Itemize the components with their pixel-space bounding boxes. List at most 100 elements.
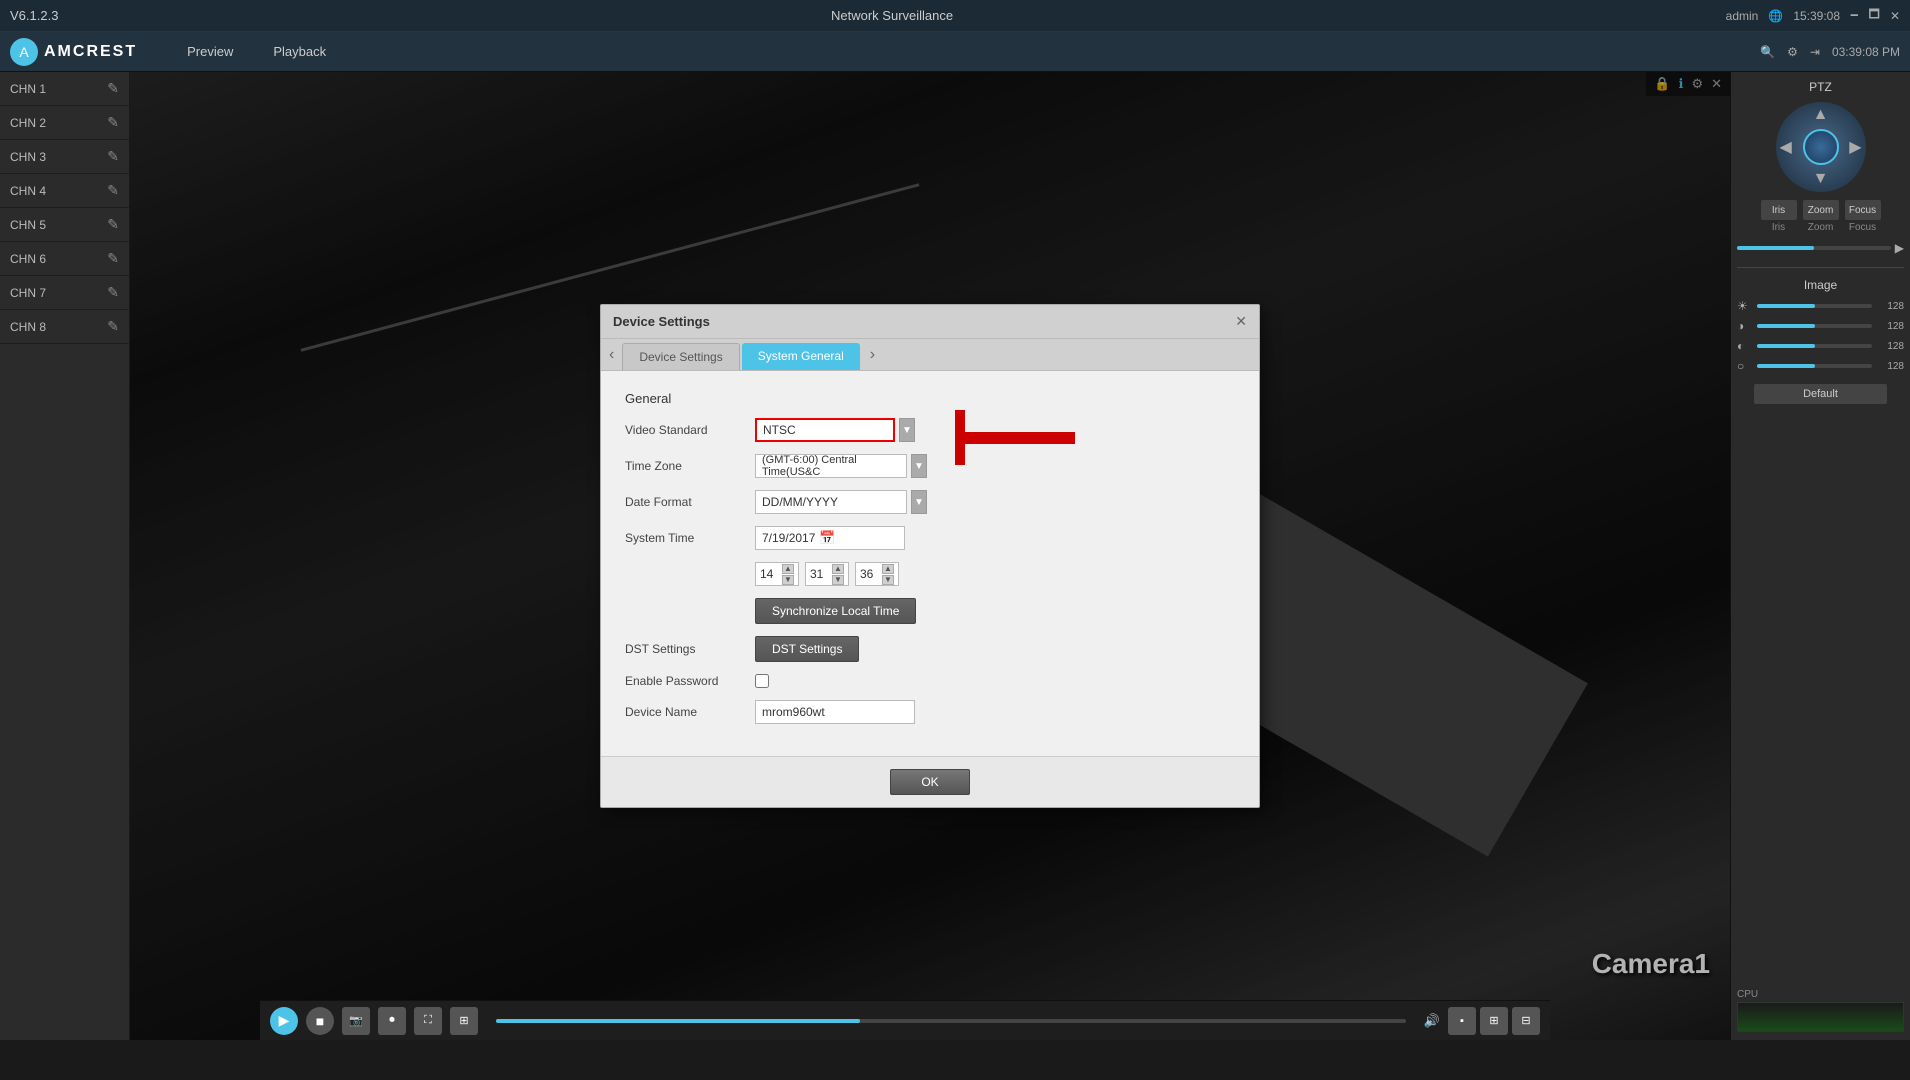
sidebar-item-chn6[interactable]: CHN 6 ✎ bbox=[0, 242, 129, 276]
fullscreen-button[interactable]: ⛶ bbox=[414, 1007, 442, 1035]
date-format-select[interactable]: DD/MM/YYYY bbox=[755, 490, 907, 514]
dialog-body: General Video Standard NTSC ▼ bbox=[601, 371, 1259, 756]
time-zone-label: Time Zone bbox=[625, 459, 755, 473]
video-standard-select[interactable]: NTSC bbox=[755, 418, 895, 442]
dst-settings-button[interactable]: DST Settings bbox=[755, 636, 859, 662]
search-icon[interactable]: 🔍 bbox=[1760, 45, 1775, 59]
close-icon[interactable]: ✕ bbox=[1890, 9, 1900, 23]
minute-input[interactable]: 31 ▲ ▼ bbox=[805, 562, 849, 586]
navbar: A AMCREST Preview Playback 🔍 ⚙ ⇥ 03:39:0… bbox=[0, 32, 1910, 72]
ptz-right-button[interactable]: ▶ bbox=[1849, 137, 1861, 157]
minimize-icon[interactable]: 🗕 bbox=[1850, 5, 1859, 26]
volume-icon[interactable]: 🔊 bbox=[1424, 1013, 1440, 1029]
hour-up[interactable]: ▲ bbox=[782, 564, 794, 574]
date-format-dropdown[interactable]: ▼ bbox=[911, 490, 927, 514]
device-name-row: Device Name bbox=[625, 700, 1235, 724]
tabs-prev-button[interactable]: ‹ bbox=[601, 339, 622, 370]
date-format-value: DD/MM/YYYY bbox=[762, 495, 838, 509]
ok-button[interactable]: OK bbox=[890, 769, 969, 795]
zoom-label: Zoom bbox=[1808, 222, 1834, 233]
dialog-titlebar: Device Settings ✕ bbox=[601, 305, 1259, 339]
second-down[interactable]: ▼ bbox=[882, 575, 894, 585]
brightness-slider-row: ☀ 128 bbox=[1737, 299, 1904, 313]
camera-icon-2: ✎ bbox=[107, 114, 119, 131]
time-zone-dropdown[interactable]: ▼ bbox=[911, 454, 927, 478]
dst-settings-row: DST Settings DST Settings bbox=[625, 636, 1235, 662]
tab-device-settings[interactable]: Device Settings bbox=[622, 343, 739, 370]
ptz-up-button[interactable]: ▲ bbox=[1813, 106, 1829, 124]
minute-up[interactable]: ▲ bbox=[832, 564, 844, 574]
tab-system-general[interactable]: System General bbox=[742, 343, 860, 370]
enable-password-checkbox[interactable] bbox=[755, 674, 769, 688]
video-standard-control: NTSC ▼ bbox=[755, 418, 915, 442]
time-zone-select[interactable]: (GMT-6:00) Central Time(US&C bbox=[755, 454, 907, 478]
device-name-input[interactable] bbox=[755, 700, 915, 724]
cpu-section: CPU bbox=[1737, 981, 1904, 1032]
second-input[interactable]: 36 ▲ ▼ bbox=[855, 562, 899, 586]
video-standard-value: NTSC bbox=[763, 423, 796, 437]
sidebar-item-chn4[interactable]: CHN 4 ✎ bbox=[0, 174, 129, 208]
nav-playback[interactable]: Playback bbox=[253, 32, 346, 72]
stop-button[interactable]: ■ bbox=[306, 1007, 334, 1035]
nav-preview[interactable]: Preview bbox=[167, 32, 253, 72]
time-spinners-control: 14 ▲ ▼ 31 ▲ ▼ bbox=[755, 562, 899, 586]
tabs-next-button[interactable]: › bbox=[862, 339, 883, 370]
saturation-value: 128 bbox=[1876, 341, 1904, 352]
sidebar-item-chn7[interactable]: CHN 7 ✎ bbox=[0, 276, 129, 310]
focus-button[interactable]: Focus bbox=[1845, 200, 1881, 220]
system-time-control: 7/19/2017 📅 bbox=[755, 526, 905, 550]
snapshot-button[interactable]: 📷 bbox=[342, 1007, 370, 1035]
sync-local-time-button[interactable]: Synchronize Local Time bbox=[755, 598, 916, 624]
chn4-label: CHN 4 bbox=[10, 184, 46, 198]
system-date-field[interactable]: 7/19/2017 📅 bbox=[755, 526, 905, 550]
sidebar-item-chn3[interactable]: CHN 3 ✎ bbox=[0, 140, 129, 174]
saturation-track[interactable] bbox=[1757, 344, 1872, 348]
brightness-value: 128 bbox=[1876, 301, 1904, 312]
video-standard-row: Video Standard NTSC ▼ bbox=[625, 418, 1235, 442]
hour-spinner[interactable]: ▲ ▼ bbox=[782, 564, 794, 585]
sidebar-item-chn8[interactable]: CHN 8 ✎ bbox=[0, 310, 129, 344]
maximize-icon[interactable]: 🗖 bbox=[1869, 5, 1880, 26]
second-spinner[interactable]: ▲ ▼ bbox=[882, 564, 894, 585]
second-up[interactable]: ▲ bbox=[882, 564, 894, 574]
saturation-fill bbox=[1757, 344, 1815, 348]
contrast-track[interactable] bbox=[1757, 324, 1872, 328]
logout-icon[interactable]: ⇥ bbox=[1810, 45, 1820, 59]
speed-up-icon[interactable]: ▶ bbox=[1895, 241, 1904, 255]
minute-spinner[interactable]: ▲ ▼ bbox=[832, 564, 844, 585]
hour-input[interactable]: 14 ▲ ▼ bbox=[755, 562, 799, 586]
hour-down[interactable]: ▼ bbox=[782, 575, 794, 585]
zoom-button[interactable]: Zoom bbox=[1803, 200, 1839, 220]
play-button[interactable]: ▶ bbox=[270, 1007, 298, 1035]
dialog-overlay: Device Settings ✕ ‹ Device Settings Syst… bbox=[130, 72, 1730, 1040]
ptz-down-button[interactable]: ▼ bbox=[1813, 170, 1829, 188]
settings-icon[interactable]: ⚙ bbox=[1787, 45, 1798, 59]
date-format-control: DD/MM/YYYY ▼ bbox=[755, 490, 927, 514]
dialog-close-button[interactable]: ✕ bbox=[1235, 313, 1247, 330]
view-layout-controls: ▪ ⊞ ⊟ bbox=[1448, 1007, 1540, 1035]
sharpness-value: 128 bbox=[1876, 361, 1904, 372]
brightness-track[interactable] bbox=[1757, 304, 1872, 308]
speed-slider-track[interactable] bbox=[1737, 246, 1891, 250]
sidebar-item-chn5[interactable]: CHN 5 ✎ bbox=[0, 208, 129, 242]
single-view-button[interactable]: ▪ bbox=[1448, 1007, 1476, 1035]
record-button[interactable]: ⏺ bbox=[378, 1007, 406, 1035]
grid-view-button[interactable]: ⊟ bbox=[1512, 1007, 1540, 1035]
device-settings-dialog: Device Settings ✕ ‹ Device Settings Syst… bbox=[600, 304, 1260, 808]
chn6-label: CHN 6 bbox=[10, 252, 46, 266]
progress-bar[interactable] bbox=[496, 1019, 1406, 1023]
ptz-wheel: ▲ ▼ ◀ ▶ bbox=[1776, 102, 1866, 192]
ptz-left-button[interactable]: ◀ bbox=[1780, 137, 1792, 157]
quad-view-button[interactable]: ⊞ bbox=[1480, 1007, 1508, 1035]
sharpness-track[interactable] bbox=[1757, 364, 1872, 368]
sidebar-item-chn2[interactable]: CHN 2 ✎ bbox=[0, 106, 129, 140]
dialog-title: Device Settings bbox=[613, 314, 710, 329]
iris-button[interactable]: Iris bbox=[1761, 200, 1797, 220]
sidebar-item-chn1[interactable]: CHN 1 ✎ bbox=[0, 72, 129, 106]
layout-button[interactable]: ⊞ bbox=[450, 1007, 478, 1035]
video-standard-dropdown[interactable]: ▼ bbox=[899, 418, 915, 442]
contrast-fill bbox=[1757, 324, 1815, 328]
calendar-icon[interactable]: 📅 bbox=[819, 530, 835, 546]
default-button[interactable]: Default bbox=[1754, 384, 1888, 404]
minute-down[interactable]: ▼ bbox=[832, 575, 844, 585]
